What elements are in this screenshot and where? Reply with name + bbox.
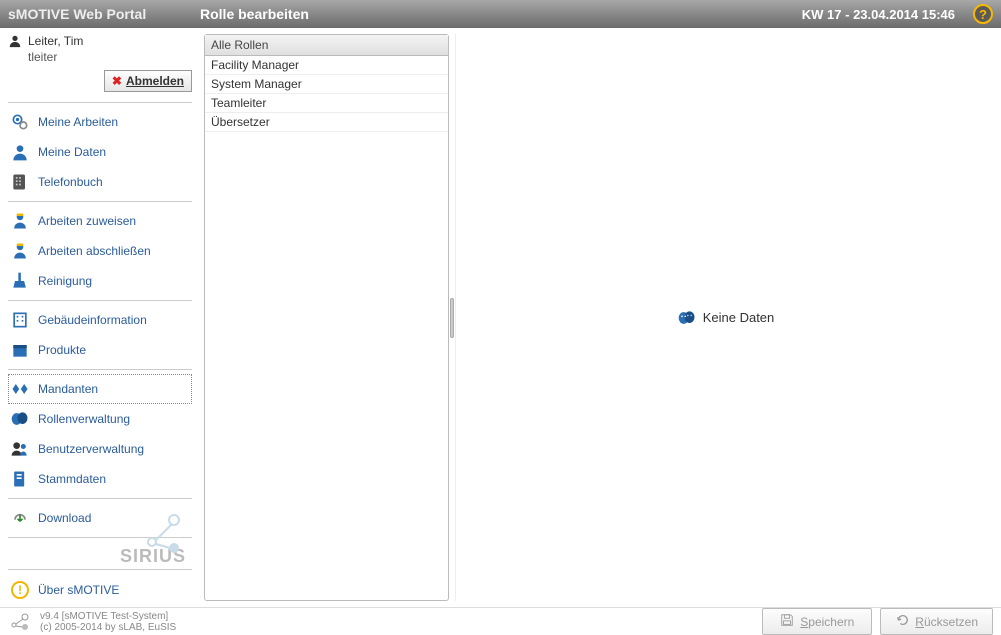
save-icon [780,613,794,630]
nav-item-label: Meine Daten [38,145,106,159]
nav-item-meine-arbeiten[interactable]: Meine Arbeiten [8,107,192,137]
reset-label: Rücksetzen [915,615,978,629]
nav-item-label: Rollenverwaltung [38,412,130,426]
page-title: Rolle bearbeiten [200,6,802,22]
user-display-name: Leiter, Tim [28,34,83,48]
logout-button[interactable]: ✖ Abmelden [104,70,192,92]
undo-icon [895,613,909,630]
nav-item-label: Stammdaten [38,472,106,486]
nav-item-meine-daten[interactable]: Meine Daten [8,137,192,167]
nav-item-label: Arbeiten zuweisen [38,214,136,228]
sirius-logo: SIRIUS [8,538,192,569]
gear-icon [10,112,30,132]
nav-item-stammdaten[interactable]: Stammdaten [8,464,192,494]
close-icon: ✖ [112,74,122,88]
role-row[interactable]: Teamleiter [205,94,448,113]
nav-item-label: Meine Arbeiten [38,115,118,129]
nav-item-telefonbuch[interactable]: Telefonbuch [8,167,192,197]
sidebar: Leiter, Tim tleiter ✖ Abmelden Meine Arb… [0,28,200,607]
no-data-message: Keine Daten [677,308,775,328]
nav-item-reinigung[interactable]: Reinigung [8,266,192,296]
nav-item-rollenverwaltung[interactable]: Rollenverwaltung [8,404,192,434]
save-label: Speichern [800,615,854,629]
roles-panel: Alle Rollen Facility ManagerSystem Manag… [204,34,449,601]
roles-list: Facility ManagerSystem ManagerTeamleiter… [205,56,448,600]
user-login: tleiter [8,50,192,68]
role-row[interactable]: System Manager [205,75,448,94]
app-name: sMOTIVE Web Portal [8,6,200,22]
about-label: Über sMOTIVE [38,583,119,597]
nav-item-label: Arbeiten abschließen [38,244,151,258]
nav-item-arbeiten-abschlie-en[interactable]: Arbeiten abschließen [8,236,192,266]
user-block: Leiter, Tim tleiter ✖ Abmelden [8,34,192,103]
detail-panel: Keine Daten [455,34,995,601]
tenants-icon [10,379,30,399]
header-datetime: KW 17 - 23.04.2014 15:46 [802,7,955,22]
no-data-label: Keine Daten [703,310,775,325]
footer-copyright: (c) 2005-2014 by sLAB, EuSIS [40,622,176,633]
nav-item-geb-udeinformation[interactable]: Gebäudeinformation [8,305,192,335]
footer: v9.4 [sMOTIVE Test-System] (c) 2005-2014… [0,607,1001,635]
nav-item-label: Benutzerverwaltung [38,442,144,456]
nav-item-arbeiten-zuweisen[interactable]: Arbeiten zuweisen [8,206,192,236]
nav-item-benutzerverwaltung[interactable]: Benutzerverwaltung [8,434,192,464]
nav-item-label: Reinigung [38,274,92,288]
splitter-handle-icon [450,298,454,338]
role-row[interactable]: Übersetzer [205,113,448,132]
nav-item-label: Gebäudeinformation [38,313,147,327]
nav-item-produkte[interactable]: Produkte [8,335,192,365]
logout-label: Abmelden [126,74,184,88]
app-header: sMOTIVE Web Portal Rolle bearbeiten KW 1… [0,0,1001,28]
worker-assign-icon [10,211,30,231]
footer-logo-icon [8,612,32,632]
user-icon [8,34,22,48]
cleaning-icon [10,271,30,291]
person-icon [10,142,30,162]
help-icon[interactable]: ? [973,4,993,24]
nav-item-label: Telefonbuch [38,175,103,189]
users-icon [10,439,30,459]
box-icon [10,340,30,360]
worker-done-icon [10,241,30,261]
phonebook-icon [10,172,30,192]
info-icon: ! [11,581,29,599]
nav-item-label: Download [38,511,91,525]
nav-item-label: Produkte [38,343,86,357]
download-icon [10,508,30,528]
roles-icon [10,409,30,429]
masterdata-icon [10,469,30,489]
main-area: Alle Rollen Facility ManagerSystem Manag… [200,28,1001,607]
nav-item-label: Mandanten [38,382,98,396]
reset-button[interactable]: Rücksetzen [880,608,993,635]
roles-header: Alle Rollen [205,35,448,56]
save-button[interactable]: Speichern [762,608,872,635]
nav-item-mandanten[interactable]: Mandanten [8,374,192,404]
footer-info: v9.4 [sMOTIVE Test-System] (c) 2005-2014… [40,611,176,633]
about-link[interactable]: ! Über sMOTIVE [8,574,192,605]
footer-version: v9.4 [sMOTIVE Test-System] [40,611,176,622]
building-icon [10,310,30,330]
role-row[interactable]: Facility Manager [205,56,448,75]
masks-icon [677,308,697,328]
